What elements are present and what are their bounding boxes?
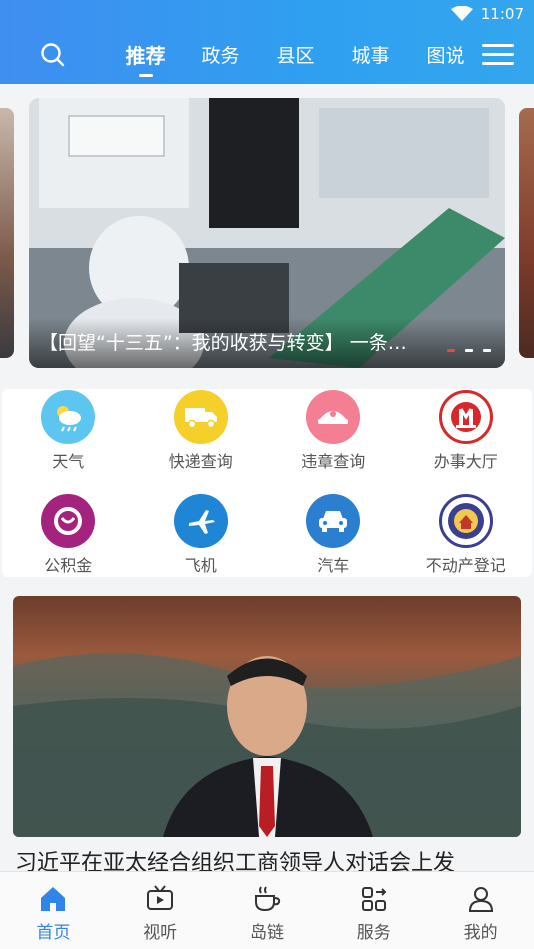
status-bar: 11:07 xyxy=(0,0,534,28)
indicator-dot xyxy=(447,349,455,352)
nav-profile[interactable]: 我的 xyxy=(427,872,534,949)
home-icon xyxy=(41,887,66,911)
indicator-dot xyxy=(465,349,473,352)
nav-services[interactable]: 服务 xyxy=(320,872,427,949)
nav-island-chain[interactable]: 岛链 xyxy=(214,872,321,949)
banner-caption-text: 【回望“十三五”：我的收获与转变】 一条… xyxy=(39,332,407,354)
bottom-navigation: 首页 视听 岛链 服务 我的 xyxy=(0,871,534,949)
tab-city-affairs[interactable]: 城事 xyxy=(333,34,408,78)
prev-slide-peek[interactable] xyxy=(0,108,14,358)
news-photo xyxy=(13,653,521,837)
service-grid: 天气 快递查询 违章查询 办事大厅 公积金 飞机 汽车 不动产登记 xyxy=(2,389,532,577)
menu-icon[interactable] xyxy=(482,44,514,68)
tab-photo[interactable]: 图说 xyxy=(408,34,483,78)
nav-home[interactable]: 首页 xyxy=(0,872,107,949)
banner-carousel[interactable]: 【回望“十三五”：我的收获与转变】 一条… xyxy=(0,98,534,370)
service-weather[interactable]: 天气 xyxy=(2,389,135,493)
nav-label: 岛链 xyxy=(249,923,284,943)
user-icon xyxy=(468,887,493,912)
coffee-cup-icon xyxy=(254,886,281,912)
service-label: 汽车 xyxy=(317,556,350,575)
nav-label: 视听 xyxy=(143,923,178,943)
next-slide-peek[interactable] xyxy=(519,108,534,358)
services-grid-icon xyxy=(361,887,387,911)
housing-fund-icon xyxy=(41,494,96,548)
service-label: 快递查询 xyxy=(168,452,233,471)
top-header: 11:07 推荐 政务 县区 城事 图说 xyxy=(0,0,534,84)
service-airplane[interactable]: 飞机 xyxy=(135,493,268,577)
carousel-indicator xyxy=(437,349,491,352)
nav-label: 我的 xyxy=(463,923,498,943)
nav-label: 首页 xyxy=(36,923,71,943)
indicator-dot xyxy=(483,349,491,352)
airplane-icon xyxy=(173,494,228,548)
banner-caption: 【回望“十三五”：我的收获与转变】 一条… xyxy=(29,318,505,368)
tab-government[interactable]: 政务 xyxy=(183,34,258,78)
service-label: 违章查询 xyxy=(301,452,366,471)
tab-recommend[interactable]: 推荐 xyxy=(108,34,183,78)
service-label: 天气 xyxy=(52,452,85,471)
real-estate-seal-icon xyxy=(438,494,493,548)
car-icon xyxy=(306,494,361,548)
tv-icon xyxy=(147,885,174,910)
service-housing-fund[interactable]: 公积金 xyxy=(2,493,135,577)
delivery-truck-icon xyxy=(173,390,228,444)
traffic-police-icon xyxy=(306,390,361,444)
service-label: 飞机 xyxy=(184,556,217,575)
service-label: 不动产登记 xyxy=(425,556,506,575)
service-label: 办事大厅 xyxy=(433,452,498,471)
wifi-icon xyxy=(450,6,473,21)
search-icon[interactable] xyxy=(40,42,66,68)
service-label: 公积金 xyxy=(44,556,93,575)
news-image[interactable] xyxy=(13,596,521,837)
service-car[interactable]: 汽车 xyxy=(267,493,400,577)
weather-icon xyxy=(41,390,96,444)
service-hall[interactable]: 办事大厅 xyxy=(400,389,533,493)
nav-label: 服务 xyxy=(356,923,391,943)
service-real-estate[interactable]: 不动产登记 xyxy=(400,493,533,577)
tab-county[interactable]: 县区 xyxy=(258,34,333,78)
status-time: 11:07 xyxy=(480,5,524,23)
channel-tabs: 推荐 政务 县区 城事 图说 xyxy=(108,34,483,78)
service-violation-query[interactable]: 违章查询 xyxy=(267,389,400,493)
channel-nav: 推荐 政务 县区 城事 图说 xyxy=(0,34,534,78)
banner-slide[interactable]: 【回望“十三五”：我的收获与转变】 一条… xyxy=(29,98,505,368)
service-hall-icon xyxy=(438,390,493,444)
service-delivery-query[interactable]: 快递查询 xyxy=(135,389,268,493)
nav-audio-video[interactable]: 视听 xyxy=(107,872,214,949)
